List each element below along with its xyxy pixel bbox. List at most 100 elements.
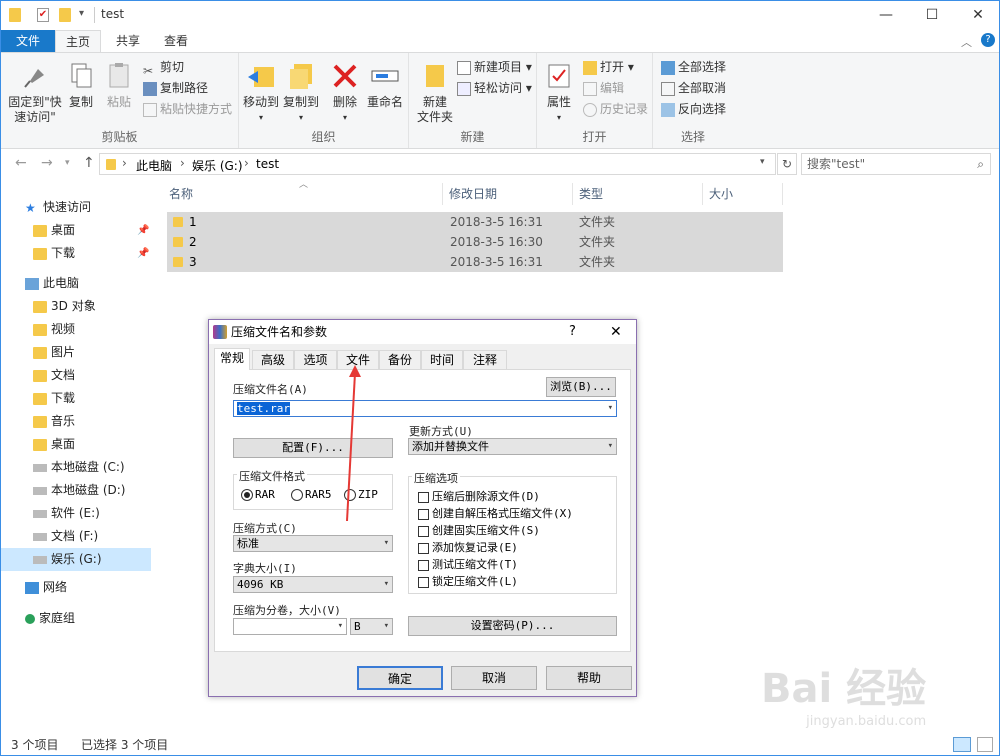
compression-method-select[interactable]: 标准 ▾ [233, 535, 393, 552]
forward-icon[interactable]: → [41, 155, 53, 171]
up-icon[interactable]: ↑ [83, 155, 95, 171]
properties-quick-icon[interactable]: ✔ [37, 8, 49, 22]
refresh-icon[interactable]: ↻ [777, 153, 797, 175]
archive-name-input[interactable]: test.rar ▾ [233, 400, 617, 417]
cut-button[interactable]: ✂ 剪切 [143, 57, 184, 78]
nav-music[interactable]: 音乐 [1, 410, 151, 433]
tab-share[interactable]: 共享 [105, 30, 151, 52]
history-button[interactable]: 历史记录 [583, 99, 648, 119]
minimize-icon[interactable]: — [863, 1, 909, 30]
format-rar-radio[interactable]: RAR [241, 487, 275, 502]
recovery-record-checkbox[interactable]: 添加恢复记录(E) [418, 540, 518, 555]
rename-button[interactable]: 重命名 [363, 57, 407, 110]
search-input[interactable]: 搜索"test" ⌕ [801, 153, 991, 175]
paste-shortcut-button[interactable]: 粘贴快捷方式 [143, 99, 232, 119]
open-button[interactable]: 打开 ▾ [583, 57, 634, 77]
copy-button[interactable]: 复制 [63, 57, 99, 110]
easy-access-button[interactable]: 轻松访问 ▾ [457, 78, 532, 98]
lock-archive-checkbox[interactable]: 锁定压缩文件(L) [418, 574, 518, 589]
select-none-button[interactable]: 全部取消 [661, 78, 726, 98]
nav-network[interactable]: 网络 [1, 576, 151, 599]
pin-quick-access-button[interactable]: 固定到"快 速访问" [5, 57, 65, 125]
solid-checkbox[interactable]: 创建固实压缩文件(S) [418, 523, 540, 538]
help-icon[interactable]: ? [981, 33, 995, 47]
nav-quick-access[interactable]: ★ 快速访问 [1, 196, 151, 219]
customize-quick-access-icon[interactable]: ▾ [79, 8, 84, 19]
delete-button[interactable]: 删除 ▾ [329, 57, 361, 125]
move-to-button[interactable]: 移动到 ▾ [241, 57, 281, 125]
help-icon[interactable]: ? [569, 320, 576, 344]
table-row[interactable]: 2 2018-3-5 16:30 文件夹 [167, 232, 783, 252]
split-unit-select[interactable]: B ▾ [350, 618, 393, 635]
recent-locations-icon[interactable]: ▾ [65, 158, 70, 168]
nav-documents[interactable]: 文档 [1, 364, 151, 387]
column-size[interactable]: 大小 [703, 183, 783, 205]
browse-button[interactable]: 浏览(B)... [546, 377, 616, 397]
format-rar5-radio[interactable]: RAR5 [291, 487, 332, 502]
nav-downloads-pinned[interactable]: 下载 📌 [1, 242, 151, 265]
item-count: 3 个项目 [11, 738, 59, 752]
large-icons-view-icon[interactable] [977, 737, 993, 752]
split-size-input[interactable]: ▾ [233, 618, 347, 635]
nav-videos[interactable]: 视频 [1, 318, 151, 341]
nav-drive-c[interactable]: 本地磁盘 (C:) [1, 456, 151, 479]
edit-button[interactable]: 编辑 [583, 78, 624, 98]
address-dropdown-icon[interactable]: ▾ [760, 157, 765, 167]
nav-drive-d[interactable]: 本地磁盘 (D:) [1, 479, 151, 502]
copy-path-button[interactable]: 复制路径 [143, 78, 208, 98]
copy-to-button[interactable]: 复制到 ▾ [281, 57, 321, 125]
test-archive-checkbox[interactable]: 测试压缩文件(T) [418, 557, 518, 572]
compression-method-value: 标准 [237, 537, 259, 550]
close-icon[interactable]: ✕ [610, 320, 622, 344]
help-button[interactable]: 帮助 [546, 666, 632, 690]
new-folder-quick-icon[interactable] [59, 8, 71, 22]
sfx-checkbox[interactable]: 创建自解压格式压缩文件(X) [418, 506, 573, 521]
back-icon[interactable]: ← [15, 155, 27, 171]
nav-drive-e[interactable]: 软件 (E:) [1, 502, 151, 525]
tab-general[interactable]: 常规 [214, 348, 250, 370]
breadcrumb-drive-g[interactable]: 娱乐 (G:) [192, 157, 243, 174]
set-password-button[interactable]: 设置密码(P)... [408, 616, 617, 636]
table-row[interactable]: 1 2018-3-5 16:31 文件夹 [167, 212, 783, 232]
invert-selection-button[interactable]: 反向选择 [661, 99, 726, 119]
copy-path-label: 复制路径 [160, 81, 209, 95]
dictionary-size-select[interactable]: 4096 KB ▾ [233, 576, 393, 593]
column-date[interactable]: 修改日期 [443, 183, 573, 205]
nav-desktop-pinned[interactable]: 桌面 📌 [1, 219, 151, 242]
maximize-icon[interactable]: ☐ [909, 1, 955, 30]
address-bar[interactable]: › 此电脑 › 娱乐 (G:) › test ▾ [99, 153, 776, 175]
tab-advanced[interactable]: 高级 [252, 350, 294, 369]
open-label: 打开 [600, 60, 625, 74]
tab-time[interactable]: 时间 [421, 350, 463, 369]
paste-button[interactable]: 粘贴 [101, 57, 137, 110]
properties-button[interactable]: 属性 ▾ [541, 57, 577, 125]
delete-after-checkbox[interactable]: 压缩后删除源文件(D) [418, 489, 540, 504]
select-all-button[interactable]: 全部选择 [661, 57, 726, 77]
tab-view[interactable]: 查看 [153, 30, 199, 52]
nav-downloads[interactable]: 下载 [1, 387, 151, 410]
tab-file[interactable]: 文件 [1, 30, 55, 52]
ok-button[interactable]: 确定 [357, 666, 443, 690]
nav-homegroup[interactable]: 家庭组 [1, 607, 151, 630]
new-folder-button[interactable]: 新建 文件夹 [413, 57, 457, 125]
collapse-ribbon-icon[interactable]: ︿ [961, 34, 972, 50]
nav-desktop[interactable]: 桌面 [1, 433, 151, 456]
close-icon[interactable]: ✕ [955, 1, 999, 30]
tab-backup[interactable]: 备份 [379, 350, 421, 369]
nav-3d-objects[interactable]: 3D 对象 [1, 295, 151, 318]
update-mode-select[interactable]: 添加并替换文件 ▾ [408, 438, 617, 455]
nav-drive-f[interactable]: 文档 (F:) [1, 525, 151, 548]
column-type[interactable]: 类型 [573, 183, 703, 205]
column-name[interactable]: 名称 [163, 183, 443, 205]
tab-comment[interactable]: 注释 [463, 350, 507, 369]
breadcrumb-this-pc[interactable]: 此电脑 [136, 157, 172, 174]
new-item-button[interactable]: 新建项目 ▾ [457, 57, 532, 77]
details-view-icon[interactable] [953, 737, 971, 752]
table-row[interactable]: 3 2018-3-5 16:31 文件夹 [167, 252, 783, 272]
nav-this-pc[interactable]: 此电脑 [1, 272, 151, 295]
breadcrumb-test[interactable]: test [256, 157, 279, 171]
cancel-button[interactable]: 取消 [451, 666, 537, 690]
nav-drive-g-selected[interactable]: 娱乐 (G:) [1, 548, 151, 571]
nav-pictures[interactable]: 图片 [1, 341, 151, 364]
tab-home[interactable]: 主页 [55, 30, 101, 52]
